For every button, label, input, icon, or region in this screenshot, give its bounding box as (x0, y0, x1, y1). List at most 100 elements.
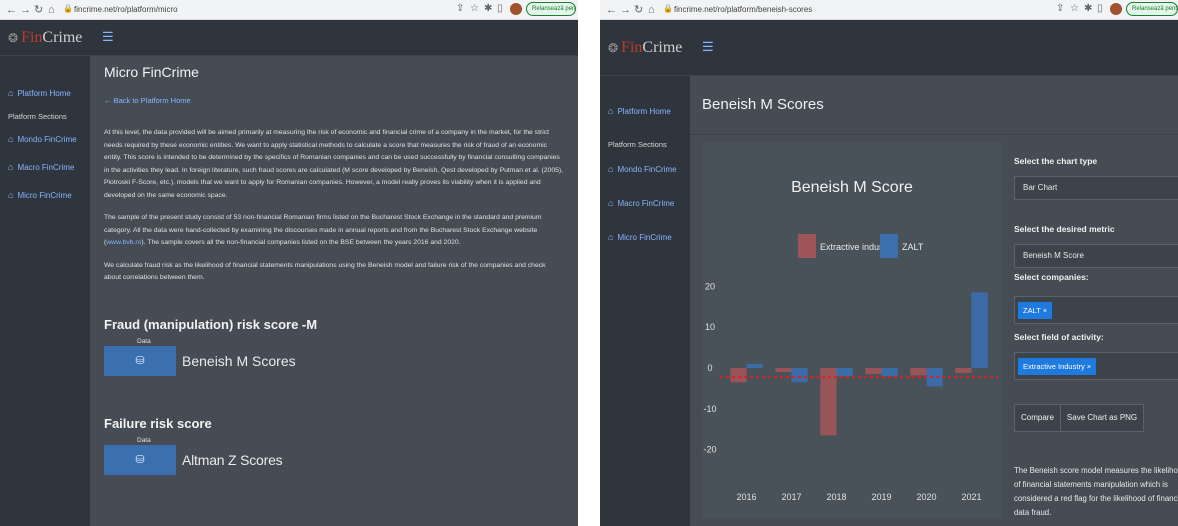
sidepanel-icon[interactable]: ▯ (1097, 2, 1103, 16)
beneish-chart-panel: Beneish M Score Extractive industry ZALT 20… (702, 142, 1002, 518)
bar-zalt-2016 (746, 363, 763, 368)
address-bar[interactable]: fincrime.net/ro/platform/micro (74, 3, 178, 17)
brand-logo[interactable]: ❂ Fin Crime (0, 20, 90, 56)
bar-zalt-2019 (881, 368, 898, 377)
beneish-description: The Beneish score model measures the lik… (1014, 466, 1178, 517)
brand-logo[interactable]: ❂ Fin Crime (600, 20, 690, 76)
reload-icon[interactable]: ↻ (34, 3, 43, 17)
sidebar-item-platform-home[interactable]: ⌂ Platform Home (0, 86, 90, 100)
sidebar-item-micro[interactable]: ⌂ Micro FinCrime (0, 188, 90, 202)
back-to-platform-home-link[interactable]: ← Back to Platform Home (104, 96, 564, 105)
companies-multiselect[interactable]: ZALT × (1014, 296, 1178, 324)
bar-extractive-2021 (955, 368, 972, 373)
sidebar-item-mondo[interactable]: ⌂ Mondo FinCrime (0, 132, 90, 146)
companies-label: Select companies: (1014, 272, 1089, 282)
sidepanel-icon[interactable]: ▯ (497, 2, 503, 16)
bar-extractive-2018 (820, 368, 837, 436)
sidebar-item-macro[interactable]: ⌂ Macro FinCrime (600, 196, 690, 210)
y-tick-label: 20 (705, 281, 715, 291)
main-content: Micro FinCrime ← Back to Platform Home A… (90, 56, 578, 526)
sidebar-section-label: Platform Sections (8, 112, 67, 121)
back-arrow-icon[interactable]: ← (6, 3, 17, 17)
profile-avatar[interactable] (1110, 3, 1122, 15)
field-of-activity-multiselect[interactable]: Extractive Industry × (1014, 352, 1178, 380)
browser-toolbar: ← → ↻ ⌂ 🔒 fincrime.net/ro/platform/micro… (0, 0, 578, 20)
legend-swatch-zalt (880, 234, 898, 258)
home-icon[interactable]: ⌂ (648, 3, 655, 17)
x-tick-label: 2019 (871, 492, 891, 502)
action-buttons: Compare Save Chart as PNG (1014, 404, 1145, 432)
sidebar-item-platform-home[interactable]: ⌂ Platform Home (600, 104, 690, 118)
home-icon[interactable]: ⌂ (48, 3, 55, 17)
save-chart-png-button[interactable]: Save Chart as PNG (1060, 404, 1145, 432)
forward-arrow-icon[interactable]: → (20, 3, 31, 17)
sidebar-item-macro[interactable]: ⌂ Macro FinCrime (0, 160, 90, 174)
page-title: Beneish M Scores (702, 96, 824, 113)
company-tag-zalt[interactable]: ZALT × (1018, 302, 1053, 319)
sidebar: ❂ Fin Crime ⌂ Platform Home Platform Sect… (0, 20, 90, 526)
back-arrow-icon[interactable]: ← (606, 3, 617, 17)
reload-icon[interactable]: ↻ (634, 3, 643, 17)
profile-avatar[interactable] (510, 3, 522, 15)
x-tick-label: 2017 (781, 492, 801, 502)
extensions-icon[interactable]: ✱ (484, 2, 492, 16)
forward-arrow-icon[interactable]: → (620, 3, 631, 17)
extensions-icon[interactable]: ✱ (1084, 2, 1092, 16)
address-bar[interactable]: fincrime.net/ro/platform/beneish-scores (674, 3, 812, 17)
lock-icon: 🔒 (63, 4, 73, 13)
x-tick-label: 2016 (736, 492, 756, 502)
page-title: Micro FinCrime (104, 64, 199, 80)
altman-scores-label[interactable]: Altman Z Scores (182, 452, 283, 468)
home-icon: ⌂ (8, 190, 14, 200)
home-icon: ⌂ (8, 162, 14, 172)
x-tick-label: 2020 (916, 492, 936, 502)
bar-zalt-2018 (836, 368, 853, 377)
browser-window-micro: ← → ↻ ⌂ 🔒 fincrime.net/ro/platform/micro… (0, 0, 578, 526)
bar-zalt-2020 (926, 368, 943, 387)
share-icon[interactable]: ⇪ (1056, 2, 1064, 16)
update-button[interactable]: Relansează pentru a actualiza (1126, 2, 1178, 16)
beneish-bar-chart: Beneish M ScoreExtractive industry ZALT20… (702, 142, 1002, 518)
title-divider (690, 134, 1178, 135)
home-icon: ⌂ (8, 88, 14, 98)
chart-type-select[interactable]: Bar Chart ⌄ (1014, 176, 1178, 200)
y-tick-label: 0 (707, 363, 712, 373)
hamburger-menu-icon[interactable]: ☰ (702, 40, 714, 54)
altman-data-button[interactable]: ⛁ (104, 444, 176, 475)
chart-title: Beneish M Score (791, 179, 913, 196)
metric-select[interactable]: Beneish M Score ▾ (1014, 244, 1178, 268)
bar-zalt-2017 (791, 368, 808, 383)
home-icon: ⌂ (608, 106, 614, 116)
bvb-link[interactable]: www.bvb.ro (106, 239, 141, 246)
bar-extractive-2020 (910, 368, 927, 376)
beneish-data-button[interactable]: ⛁ (104, 345, 176, 376)
sidebar-item-micro[interactable]: ⌂ Micro FinCrime (600, 230, 690, 244)
sidebar-section-label: Platform Sections (608, 140, 667, 149)
y-tick-label: -10 (703, 404, 716, 414)
beneish-scores-label[interactable]: Beneish M Scores (182, 353, 296, 369)
main-content: Beneish M Scores Beneish M Score Extracti… (690, 76, 1178, 526)
x-tick-label: 2021 (961, 492, 981, 502)
sample-paragraph: The sample of the present study consist … (104, 214, 542, 246)
bar-extractive-2017 (775, 368, 792, 373)
bookmark-star-icon[interactable]: ☆ (1070, 2, 1079, 16)
update-button[interactable]: Relansează pentru a actualiza (526, 2, 576, 16)
legend-swatch-extractive (798, 234, 816, 258)
field-tag-extractive[interactable]: Extractive Industry × (1018, 358, 1097, 375)
bookmark-star-icon[interactable]: ☆ (470, 2, 479, 16)
fraud-risk-heading: Fraud (manipulation) risk score -M (104, 316, 318, 332)
failure-risk-heading: Failure risk score (104, 415, 212, 431)
compare-button[interactable]: Compare (1014, 404, 1061, 432)
y-tick-label: -20 (703, 445, 716, 455)
database-icon: ⛁ (135, 454, 145, 466)
screenshot-composite: ← → ↻ ⌂ 🔒 fincrime.net/ro/platform/micro… (0, 0, 1178, 526)
field-of-activity-label: Select field of activity: (1014, 332, 1104, 342)
lock-icon: 🔒 (663, 4, 673, 13)
sidebar-item-mondo[interactable]: ⌂ Mondo FinCrime (600, 162, 690, 176)
share-icon[interactable]: ⇪ (456, 2, 464, 16)
home-icon: ⌂ (608, 232, 614, 242)
chart-background (702, 142, 1002, 518)
failure-data-label: Data (137, 436, 151, 444)
hamburger-menu-icon[interactable]: ☰ (102, 30, 114, 44)
altman-score-row: ⛁ Altman Z Scores (104, 444, 564, 475)
